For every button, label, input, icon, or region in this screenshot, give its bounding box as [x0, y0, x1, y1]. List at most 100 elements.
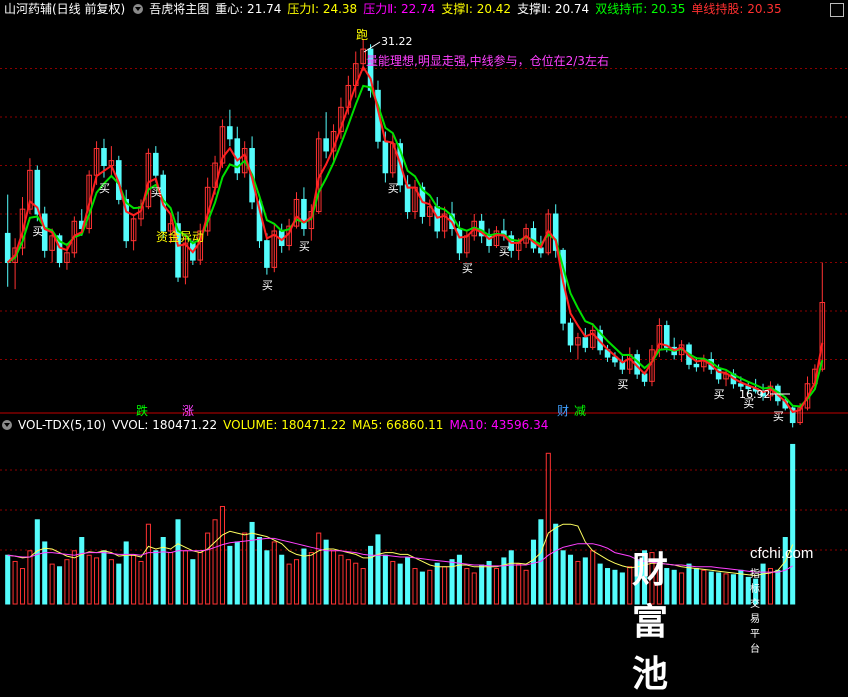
- volume-bar: [256, 537, 263, 605]
- volume-values: VVOL: 180471.22 VOLUME: 180471.22 MA5: 668…: [112, 418, 554, 432]
- header-value-0: 重心: 21.74: [215, 2, 282, 16]
- high-label: 31.22: [381, 35, 413, 48]
- volume-bar: [716, 572, 722, 605]
- volume-bar: [64, 559, 70, 605]
- buy-signal: 买: [743, 397, 755, 411]
- volume-bar: [790, 443, 796, 605]
- volume-bar: [182, 550, 188, 605]
- fast-line: [6, 64, 824, 414]
- candle-body: [323, 138, 329, 152]
- volume-bar: [582, 557, 588, 605]
- volume-bar: [279, 554, 285, 605]
- volume-bar: [405, 557, 411, 605]
- buy-signal: 买: [461, 261, 473, 275]
- volume-bar: [234, 541, 240, 605]
- volume-bar: [723, 573, 729, 605]
- window-resize-icon[interactable]: [830, 3, 844, 17]
- volume-bar: [271, 541, 277, 605]
- volume-bar: [493, 568, 499, 605]
- dropdown-icon[interactable]: [2, 420, 12, 430]
- chart-stage: [0, 0, 848, 608]
- header-value-3: 支撑Ⅰ: 20.42: [441, 2, 512, 16]
- volume-bar: [331, 550, 337, 605]
- volume-bar: [42, 541, 48, 605]
- volume-bar: [168, 552, 174, 605]
- volume-bar: [308, 552, 314, 605]
- dropdown-icon[interactable]: [133, 4, 144, 14]
- volume-bar: [264, 550, 270, 605]
- candle-body: [301, 198, 307, 230]
- volume-value-1: VOLUME: 180471.22: [223, 418, 347, 432]
- price-header: 山河药辅(日线 前复权) 吾虎将主图 重心: 21.74 压力Ⅰ: 24.38 压力Ⅱ:…: [0, 0, 848, 18]
- buy-signal: 买: [98, 181, 110, 195]
- volume-bar: [227, 545, 233, 605]
- volume-value-3: MA10: 43596.34: [449, 418, 549, 432]
- volume-bar: [390, 560, 396, 605]
- volume-bar: [338, 554, 344, 605]
- stock-name[interactable]: 山河药辅(日线 前复权): [4, 2, 125, 16]
- signal-cai: 财: [557, 404, 570, 418]
- signal-jian: 减: [574, 404, 587, 418]
- volume-bar: [523, 569, 529, 605]
- volume-bar: [486, 560, 492, 605]
- candle-body: [4, 232, 11, 263]
- volume-bar: [427, 569, 433, 605]
- header-value-2: 压力Ⅱ: 22.74: [363, 2, 436, 16]
- volume-bar: [145, 523, 151, 605]
- volume-bar: [101, 550, 107, 605]
- volume-bar: [545, 452, 551, 605]
- volume-bar: [153, 550, 159, 605]
- volume-value-0: VVOL: 180471.22: [112, 418, 218, 432]
- candle-body: [264, 240, 270, 268]
- header-values: 重心: 21.74 压力Ⅰ: 24.38 压力Ⅱ: 22.74 支撑Ⅰ: 20.42 支…: [215, 2, 787, 16]
- volume-bar: [412, 568, 418, 605]
- volume-bar: [197, 552, 203, 605]
- candle-body: [227, 126, 233, 140]
- volume-bar: [605, 568, 611, 605]
- volume-bar: [79, 537, 85, 605]
- volume-bar: [471, 572, 477, 605]
- volume-bar: [286, 563, 292, 605]
- volume-bar: [5, 554, 11, 605]
- volume-bar: [760, 563, 766, 605]
- volume-bar: [590, 550, 596, 605]
- volume-bar: [382, 554, 388, 605]
- volume-bar: [116, 563, 122, 605]
- volume-bar: [123, 541, 129, 605]
- candle-body: [582, 337, 589, 348]
- volume-bar: [94, 557, 100, 605]
- volume-bar: [212, 519, 218, 605]
- candle-body: [404, 184, 411, 213]
- signal-drop: 跌: [136, 404, 149, 418]
- candle-body: [101, 148, 107, 166]
- volume-bar: [612, 569, 618, 605]
- volume-bar: [27, 550, 33, 605]
- volume-header: VOL-TDX(5,10) VVOL: 180471.22 VOLUME: 1804…: [0, 417, 848, 433]
- candle-body: [153, 152, 159, 176]
- volume-bar: [12, 560, 18, 605]
- volume-bar: [345, 559, 351, 605]
- fund-flow-label: 资金异动: [156, 230, 205, 244]
- buy-signal: 买: [772, 409, 784, 423]
- main-chart[interactable]: [0, 0, 848, 608]
- volume-bar: [730, 574, 736, 605]
- volume-bar: [49, 563, 55, 605]
- volume-bar: [397, 563, 403, 605]
- watermark-cn: 财富池: [632, 550, 670, 695]
- comment-text: 量能理想,明显走强,中线参与，仓位在2/3左右: [366, 54, 609, 68]
- volume-bar: [205, 532, 211, 605]
- volume-bar: [530, 539, 537, 605]
- volume-bar: [175, 519, 181, 605]
- volume-bar: [138, 560, 144, 605]
- volume-indicator-name[interactable]: VOL-TDX(5,10): [18, 418, 106, 432]
- candle-body: [434, 206, 441, 232]
- volume-bar: [131, 554, 137, 605]
- buy-signal: 买: [32, 225, 44, 239]
- volume-bar: [419, 571, 425, 605]
- candle-body: [530, 228, 537, 249]
- indicator-name[interactable]: 吾虎将主图: [149, 2, 209, 16]
- volume-bar: [442, 566, 448, 605]
- header-value-1: 压力Ⅰ: 24.38: [287, 2, 358, 16]
- volume-bar: [671, 569, 677, 605]
- buy-signal: 买: [261, 278, 273, 292]
